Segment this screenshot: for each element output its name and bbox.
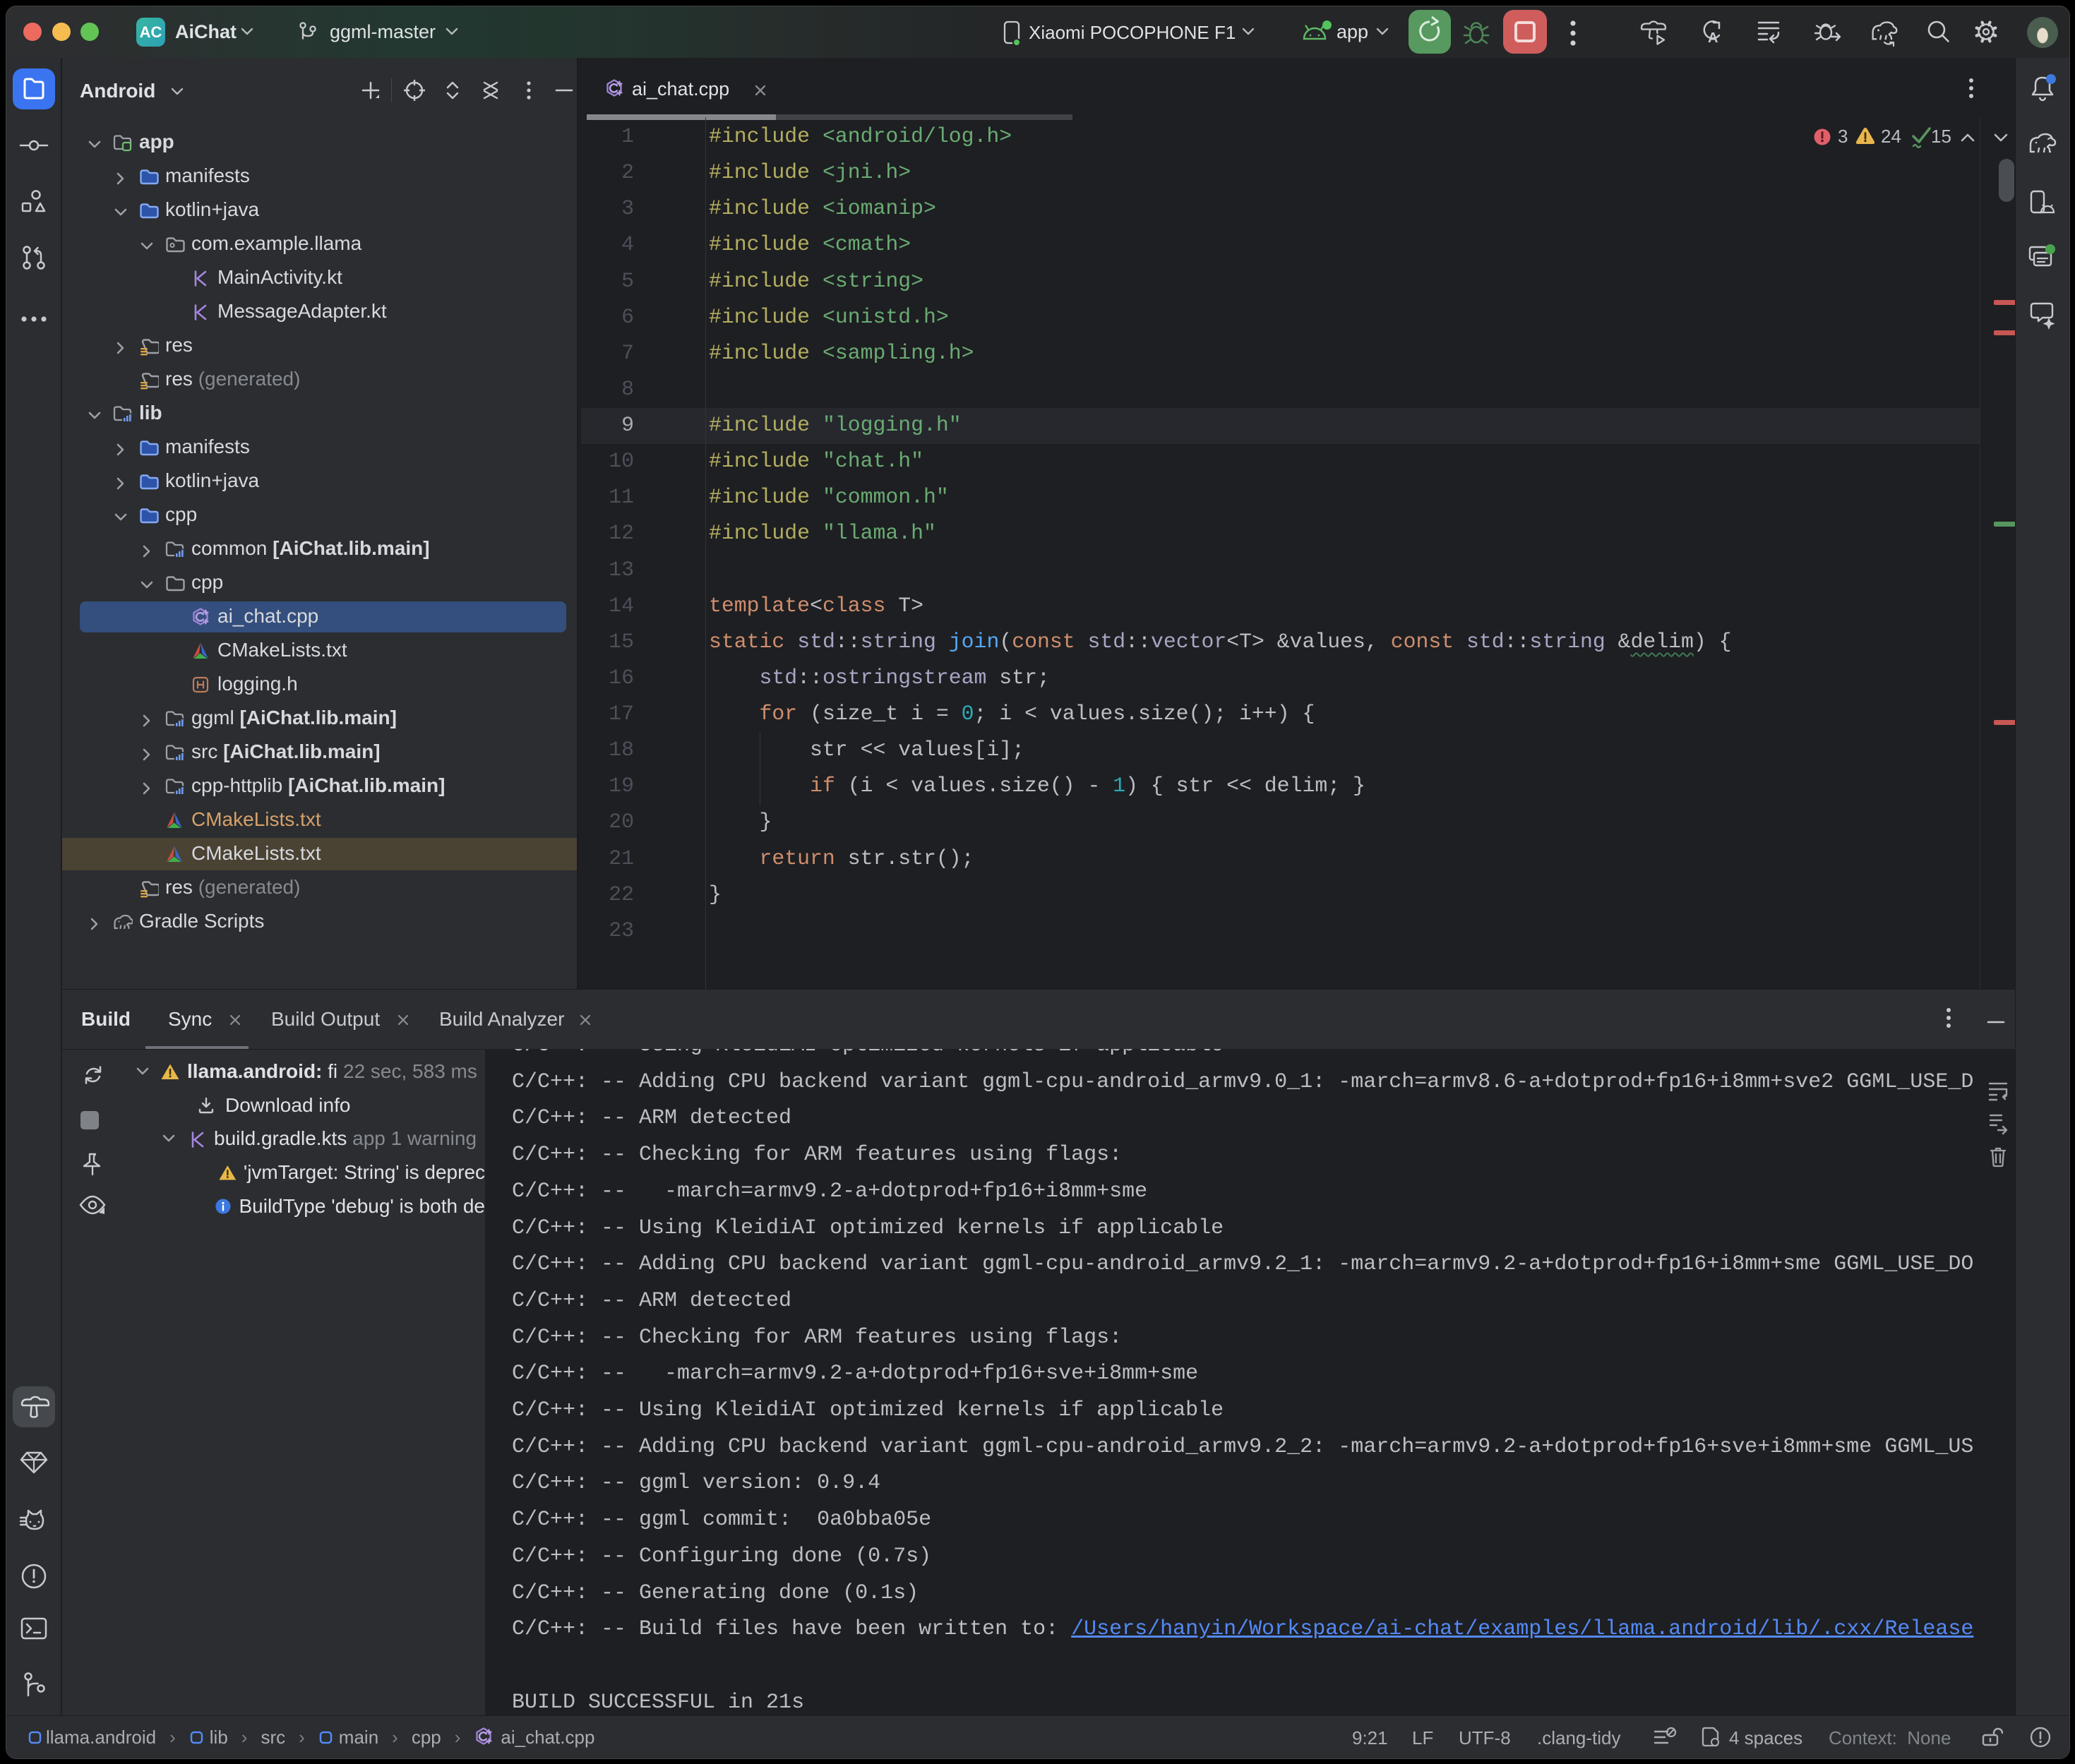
svg-text:A: A <box>1708 30 1718 46</box>
